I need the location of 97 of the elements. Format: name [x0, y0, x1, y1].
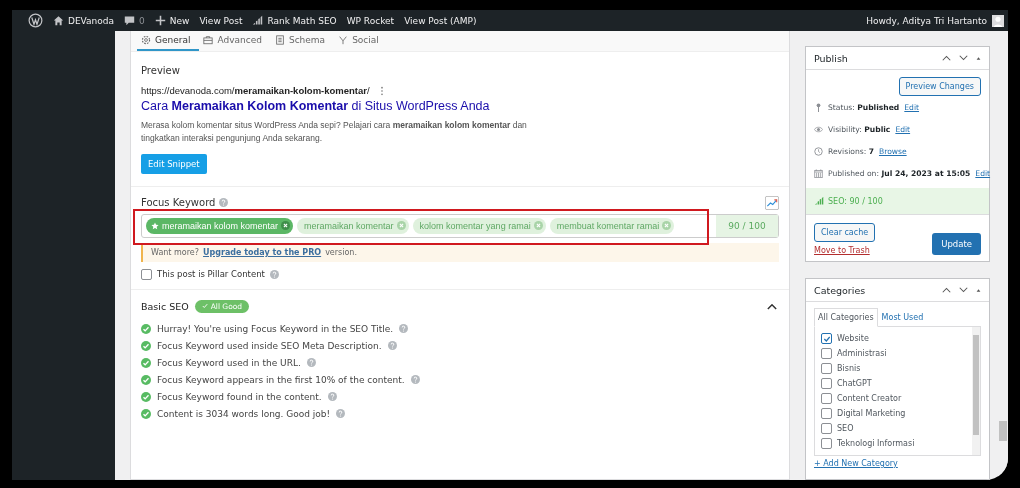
checkbox[interactable]	[821, 363, 832, 374]
comment-icon	[124, 15, 136, 26]
category-label: Bisnis	[837, 364, 861, 373]
help-icon[interactable]	[410, 375, 420, 384]
seo-score: SEO: 90 / 100	[828, 196, 883, 206]
remove-icon[interactable]	[533, 221, 543, 230]
add-category-link[interactable]: + Add New Category	[814, 459, 981, 468]
help-icon[interactable]	[399, 324, 409, 333]
admin-bar-item[interactable]: WP Rocket	[346, 15, 395, 26]
checkbox-label: This post is Pillar Content	[157, 269, 265, 279]
tab[interactable]: Social	[334, 31, 388, 51]
admin-bar-item[interactable]: 0	[124, 15, 145, 26]
wordpress-logo-icon[interactable]	[28, 13, 43, 28]
category-label: ChatGPT	[837, 379, 872, 388]
preview-changes-button[interactable]: Preview Changes	[898, 77, 981, 96]
snippet-url: https://devanoda.com/meramaikan-kolom-komentar/	[141, 85, 370, 96]
calendar-icon	[814, 168, 823, 178]
field-label: Focus Keyword	[141, 197, 216, 208]
chart-icon	[814, 196, 824, 206]
avatar-icon[interactable]	[992, 14, 1004, 27]
category-label: SEO	[837, 424, 854, 433]
notice-text: Want more?	[151, 247, 200, 257]
plus-icon	[154, 15, 166, 26]
category-label: Teknologi Informasi	[837, 439, 915, 448]
checkbox[interactable]	[821, 438, 832, 449]
trend-chart-icon[interactable]	[765, 195, 779, 210]
section-heading: Basic SEO	[141, 300, 189, 312]
caret-icon[interactable]	[767, 302, 777, 310]
edit-snippet-button[interactable]: Edit Snippet	[141, 153, 207, 174]
help-icon[interactable]	[327, 392, 337, 401]
pin-icon	[814, 102, 823, 112]
history-icon	[814, 146, 823, 156]
checkbox[interactable]	[141, 268, 152, 280]
help-icon[interactable]	[306, 358, 316, 367]
eye-icon	[814, 124, 823, 134]
chart-icon	[252, 15, 264, 26]
chevron-up-icon[interactable]	[942, 287, 951, 293]
help-icon[interactable]	[387, 341, 397, 350]
category-label: Administrasi	[837, 349, 887, 358]
notice-text: version.	[325, 247, 357, 257]
category-label: Digital Marketing	[837, 409, 906, 418]
tab[interactable]: General	[137, 31, 200, 51]
check-text: Focus Keyword used inside SEO Meta Description.	[157, 340, 382, 351]
move-to-trash-link[interactable]: Move to Trash	[814, 246, 870, 255]
tab[interactable]: Schema	[270, 31, 335, 51]
tab[interactable]: Most Used	[877, 308, 928, 327]
upgrade-link[interactable]: Upgrade today to the PRO	[203, 247, 322, 257]
check-text: Focus Keyword found in the content.	[157, 391, 322, 402]
remove-icon[interactable]	[281, 221, 291, 230]
admin-bar-item[interactable]: New	[154, 15, 190, 26]
more-icon[interactable]	[379, 85, 384, 96]
admin-bar-item[interactable]: View Post (AMP)	[404, 15, 477, 26]
chevron-down-icon[interactable]	[959, 55, 968, 61]
tab[interactable]: All Categories	[814, 308, 878, 327]
share-icon	[338, 35, 349, 45]
tab[interactable]: Advanced	[199, 31, 271, 51]
triangle-icon[interactable]	[976, 55, 981, 61]
chevron-down-icon[interactable]	[959, 287, 968, 293]
gear-icon	[141, 35, 151, 45]
category-label: Website	[837, 334, 869, 343]
remove-icon[interactable]	[662, 221, 672, 230]
checkbox[interactable]	[821, 333, 832, 344]
checkbox[interactable]	[821, 378, 832, 389]
check-text: Hurray! You're using Focus Keyword in the SEO Title.	[157, 323, 394, 334]
check-text: Focus Keyword appears in the first 10% of the content.	[157, 374, 405, 385]
greeting-link[interactable]: Howdy, Aditya Tri Hartanto	[866, 15, 987, 26]
score-badge: 90 / 100	[716, 214, 778, 237]
update-button[interactable]: Update	[932, 233, 981, 255]
check-icon	[201, 303, 208, 309]
help-icon[interactable]	[269, 269, 279, 279]
section-heading: Preview	[141, 65, 181, 76]
checkbox[interactable]	[821, 348, 832, 359]
checkbox[interactable]	[821, 408, 832, 419]
briefcase-icon	[203, 35, 214, 45]
box-title: Categories	[814, 284, 866, 296]
help-icon[interactable]	[219, 198, 229, 207]
checkmark-icon	[822, 334, 831, 343]
admin-bar-item[interactable]: DEVanoda	[53, 15, 115, 26]
home-icon	[53, 15, 64, 26]
snippet-title: Cara Meramaikan Kolom Komentar di Situs WordPress Anda	[141, 99, 491, 113]
checkbox[interactable]	[821, 423, 832, 434]
snippet-description: Merasa kolom komentar situs WordPress Anda sepi? Pelajari cara meramaikan kolom komentar dan tingkatkan interaksi pengunjung Anda sekarang.	[141, 119, 528, 145]
admin-bar-item[interactable]: Rank Math SEO	[252, 15, 337, 26]
clear-cache-button[interactable]: Clear cache	[814, 223, 876, 242]
scrollbar[interactable]	[972, 327, 980, 455]
admin-bar-item[interactable]: View Post	[199, 15, 243, 26]
document-icon	[274, 35, 285, 45]
box-title: Publish	[814, 52, 848, 64]
triangle-icon[interactable]	[976, 287, 981, 293]
star-icon	[151, 221, 159, 230]
category-label: Content Creator	[837, 394, 902, 403]
help-icon[interactable]	[336, 409, 346, 418]
check-text: Focus Keyword used in the URL.	[157, 357, 301, 368]
check-text: Content is 3034 words long. Good job!	[157, 408, 331, 419]
checkbox[interactable]	[821, 393, 832, 404]
remove-icon[interactable]	[396, 221, 406, 230]
chevron-up-icon[interactable]	[942, 55, 951, 61]
